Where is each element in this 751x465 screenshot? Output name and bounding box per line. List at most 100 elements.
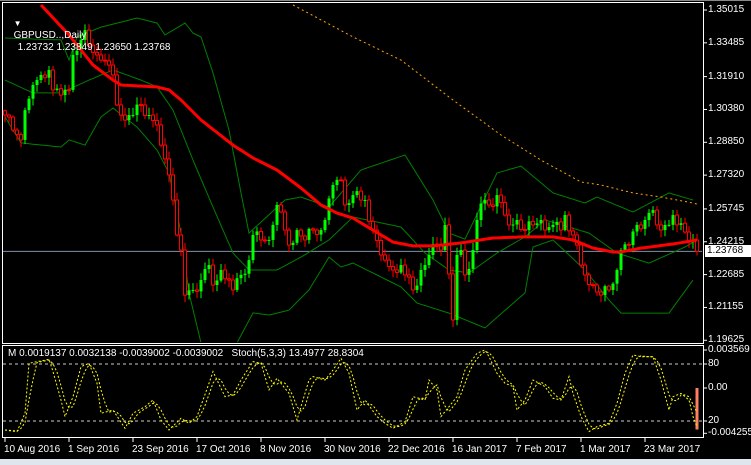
candle bbox=[579, 241, 583, 268]
price-tick-label: 1.30380 bbox=[708, 103, 745, 115]
candle bbox=[459, 242, 463, 257]
candle-body bbox=[127, 115, 131, 121]
candle bbox=[319, 227, 323, 242]
price-chart[interactable] bbox=[0, 0, 751, 465]
candle bbox=[387, 254, 391, 272]
candle-body bbox=[275, 204, 279, 225]
candle-body bbox=[303, 235, 307, 241]
candle bbox=[359, 186, 363, 207]
candle-body bbox=[459, 250, 463, 255]
candle bbox=[267, 236, 271, 246]
candle bbox=[499, 188, 503, 209]
candle bbox=[423, 258, 427, 277]
candle-body bbox=[167, 158, 171, 176]
candle-body bbox=[567, 214, 571, 232]
candle bbox=[227, 273, 231, 288]
candle bbox=[511, 218, 515, 233]
candle bbox=[655, 205, 659, 230]
candle-body bbox=[207, 265, 211, 270]
date-tick-label: 22 Dec 2016 bbox=[388, 444, 445, 455]
candle-body bbox=[23, 110, 27, 140]
candle bbox=[411, 270, 415, 295]
candle-body bbox=[383, 254, 387, 261]
date-tick-label: 7 Feb 2017 bbox=[516, 444, 567, 455]
date-tick-label: 17 Oct 2016 bbox=[196, 444, 251, 455]
candle bbox=[59, 84, 63, 101]
candle bbox=[475, 212, 479, 254]
candle bbox=[203, 262, 207, 284]
candle-body bbox=[111, 64, 115, 76]
candle bbox=[103, 53, 107, 66]
candle bbox=[263, 236, 267, 244]
candle bbox=[239, 269, 243, 285]
candle-body bbox=[571, 230, 575, 236]
date-tick-label: 8 Nov 2016 bbox=[260, 444, 312, 455]
candle bbox=[543, 214, 547, 237]
candle-body bbox=[551, 224, 555, 228]
candle bbox=[259, 227, 263, 247]
candle-body bbox=[323, 219, 327, 231]
candle-body bbox=[319, 230, 323, 235]
candle-body bbox=[363, 200, 367, 202]
candle bbox=[47, 66, 51, 85]
candle-body bbox=[243, 273, 247, 275]
status-strip bbox=[0, 459, 751, 465]
candle-body bbox=[639, 224, 643, 230]
candle-body bbox=[107, 60, 111, 66]
candle-body bbox=[251, 235, 255, 261]
candle-body bbox=[447, 224, 451, 275]
chart-title: ▼ GBPUSD..,Daily 1.23732 1.23849 1.23650… bbox=[8, 6, 171, 54]
candle-body bbox=[419, 269, 423, 286]
candle bbox=[679, 217, 683, 231]
candle-body bbox=[379, 240, 383, 256]
candle-body bbox=[343, 179, 347, 206]
candle-body bbox=[227, 278, 231, 281]
candle bbox=[591, 282, 595, 289]
candle-body bbox=[119, 104, 123, 116]
candle bbox=[403, 258, 407, 281]
triangle-down-icon[interactable]: ▼ bbox=[14, 19, 22, 28]
candle-body bbox=[543, 219, 547, 231]
candle bbox=[159, 117, 163, 148]
candle bbox=[215, 274, 219, 292]
candle-body bbox=[355, 191, 359, 196]
candle bbox=[235, 272, 239, 292]
candle-body bbox=[287, 229, 291, 246]
candle-body bbox=[655, 209, 659, 226]
candle-body bbox=[279, 204, 283, 213]
candle bbox=[291, 240, 295, 251]
date-tick-label: 23 Mar 2017 bbox=[644, 444, 701, 455]
candle bbox=[323, 217, 327, 233]
candle bbox=[583, 262, 587, 282]
macd-histogram-bar bbox=[695, 388, 699, 430]
candle bbox=[311, 227, 315, 234]
candle-body bbox=[531, 220, 535, 226]
candle bbox=[415, 278, 419, 293]
indicator-label: M 0.0019137 0.0032138 -0.0039002 -0.0039… bbox=[8, 348, 364, 359]
candle-body bbox=[679, 223, 683, 225]
symbol-label: GBPUSD..,Daily bbox=[13, 30, 87, 41]
candle bbox=[303, 234, 307, 247]
candle-body bbox=[35, 80, 39, 85]
candle bbox=[675, 209, 679, 233]
candle-body bbox=[547, 227, 551, 231]
candle bbox=[283, 209, 287, 236]
candle-body bbox=[231, 279, 235, 291]
price-tick-label: 1.28850 bbox=[708, 136, 745, 148]
candle-body bbox=[203, 269, 207, 281]
candle bbox=[347, 199, 351, 213]
candle-body bbox=[479, 203, 483, 220]
candle bbox=[559, 217, 563, 236]
candle-body bbox=[199, 280, 203, 292]
candle bbox=[3, 109, 7, 123]
candle-body bbox=[623, 244, 627, 251]
candle bbox=[183, 242, 187, 303]
candle bbox=[547, 222, 551, 233]
candle bbox=[207, 258, 211, 274]
candle bbox=[243, 268, 247, 283]
candle-body bbox=[255, 231, 259, 235]
candle-body bbox=[683, 222, 687, 233]
candle-body bbox=[115, 74, 119, 106]
candle bbox=[339, 176, 343, 182]
candle-body bbox=[587, 274, 591, 286]
